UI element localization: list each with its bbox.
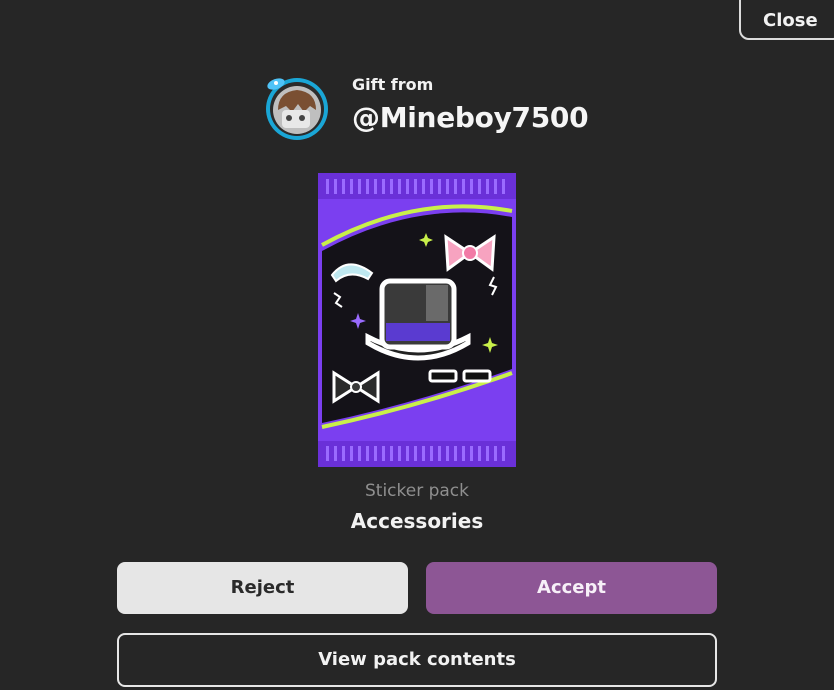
accept-button[interactable]: Accept	[426, 562, 717, 614]
player-avatar-icon	[266, 78, 328, 140]
close-button[interactable]: Close	[739, 0, 834, 40]
sticker-pack-art	[318, 173, 516, 467]
reject-button[interactable]: Reject	[117, 562, 408, 614]
sender-username: @Mineboy7500	[352, 101, 589, 134]
pack-name: Accessories	[350, 509, 484, 533]
gift-from-label: Gift from	[352, 75, 434, 94]
pack-type-label: Sticker pack	[364, 481, 470, 501]
gift-dialog: Close Gift from @Mineboy7500 Sticker pac…	[0, 0, 834, 690]
gift-sender: Gift from @Mineboy7500	[264, 70, 604, 144]
view-pack-contents-button[interactable]: View pack contents	[117, 633, 717, 687]
